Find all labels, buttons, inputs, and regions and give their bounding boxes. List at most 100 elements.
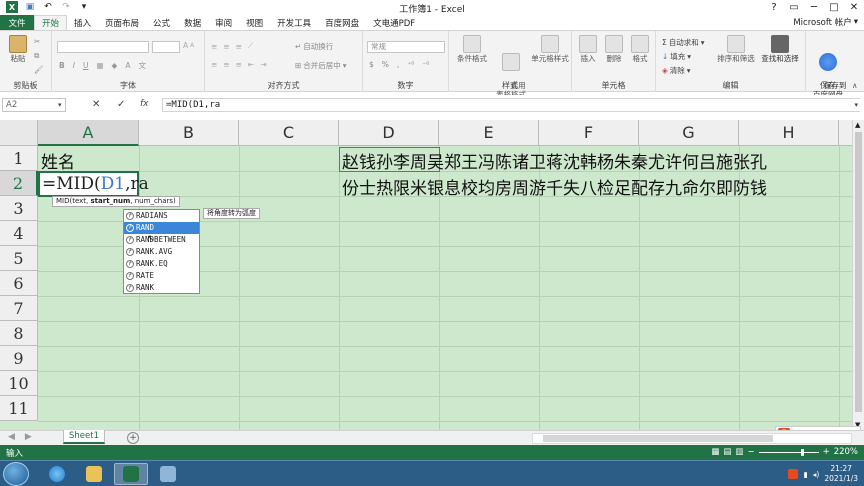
grow-font-button[interactable]: A [183,41,188,50]
shrink-font-button[interactable]: A [190,42,194,49]
border-icon[interactable]: ▦ [96,61,103,70]
formula-input[interactable]: =MID(D1,ra [162,98,860,112]
sheet-tab-sheet1[interactable]: Sheet1 [63,430,105,444]
merge-center-button[interactable]: ⊞ 合并后居中 ▾ [295,60,347,71]
column-header-f[interactable]: F [539,120,639,146]
zoom-out-button[interactable]: − [747,447,754,457]
paste-button[interactable]: 粘贴 [4,35,32,63]
confirm-entry-button[interactable]: ✓ [117,99,125,110]
taskbar-clock[interactable]: 21:27 2021/1/3 [824,464,858,484]
autocomplete-item[interactable]: f RADIANS [124,210,199,222]
row-header-1[interactable]: 1 [0,146,38,171]
currency-icon[interactable]: $ [369,60,374,69]
row-header-6[interactable]: 6 [0,271,38,296]
vertical-scroll-thumb[interactable] [855,132,862,412]
percent-button[interactable]: % [382,60,389,69]
tab-file[interactable]: 文件 [0,15,34,30]
add-sheet-button[interactable]: + [127,432,139,444]
align-middle-icon[interactable]: ≡ [223,42,229,51]
taskbar-ie[interactable] [40,463,74,485]
autocomplete-item[interactable]: f RANK [124,282,199,294]
indent-decrease-icon[interactable]: ⇤ [248,60,254,69]
underline-button[interactable]: U [83,61,89,70]
taskbar-app[interactable] [151,463,185,485]
comma-button[interactable]: , [397,60,399,69]
sheet-next-icon[interactable]: ▶ [25,432,32,442]
row-header-11[interactable]: 11 [0,396,38,421]
cancel-entry-button[interactable]: ✕ [92,99,100,110]
column-header-i-partial[interactable] [839,120,852,146]
ribbon-display-button[interactable]: ▭ [784,0,804,15]
name-box-dropdown-icon[interactable]: ▾ [58,101,62,109]
copy-icon[interactable]: ⧉ [34,51,39,61]
collapse-ribbon-icon[interactable]: ∧ [852,81,858,90]
tab-review[interactable]: 审阅 [208,15,239,30]
cell-styles-button[interactable]: 单元格样式 [530,35,570,63]
normal-view-icon[interactable]: ▦ [711,447,719,457]
conditional-format-button[interactable]: 条件格式 [453,35,491,63]
number-format-combo[interactable]: 常规 [367,41,445,53]
indent-increase-icon[interactable]: ⇥ [260,60,266,69]
autocomplete-item[interactable]: f RANDBETWEEN [124,234,199,246]
scroll-up-icon[interactable]: ▲ [855,121,860,129]
align-right-icon[interactable]: ≡ [236,60,242,69]
increase-decimal-icon[interactable]: ⁺⁰ [407,60,414,69]
wrap-text-button[interactable]: ↵ 自动换行 [295,41,333,52]
row-header-10[interactable]: 10 [0,371,38,396]
autocomplete-item[interactable]: f RATE [124,270,199,282]
row-header-3[interactable]: 3 [0,196,38,221]
font-size-combo[interactable] [152,41,180,53]
tab-developer[interactable]: 开发工具 [270,15,318,30]
autocomplete-item-selected[interactable]: f RAND [124,222,199,234]
italic-button[interactable]: I [73,61,75,70]
autocomplete-item[interactable]: f RANK.AVG [124,246,199,258]
restore-button[interactable]: □ [824,0,844,15]
tab-formulas[interactable]: 公式 [146,15,177,30]
page-break-view-icon[interactable]: ▥ [735,447,743,457]
close-button[interactable]: ✕ [844,0,864,15]
vertical-scrollbar[interactable]: ▲ ▼ [852,120,864,430]
tab-home[interactable]: 开始 [34,15,68,30]
row-header-5[interactable]: 5 [0,246,38,271]
clear-button[interactable]: ◈ 清除 ▾ [662,65,691,76]
name-box[interactable]: A2 [2,98,66,112]
taskbar-excel[interactable] [114,463,148,485]
horizontal-scroll-thumb[interactable] [543,435,773,442]
find-select-button[interactable]: 查找和选择 [758,35,802,63]
tray-network-icon[interactable]: ▮ [803,470,807,479]
column-header-b[interactable]: B [139,120,239,146]
help-button[interactable]: ? [764,0,784,15]
account-button[interactable]: Microsoft 帐户 ▾ [793,16,858,28]
font-name-combo[interactable] [57,41,149,53]
zoom-level[interactable]: 220% [834,447,858,457]
cell-a2-editor[interactable]: =MID(D1,ra [38,171,149,197]
tray-volume-icon[interactable]: ◂) [813,470,820,479]
align-bottom-icon[interactable]: ≡ [236,42,242,51]
tray-sogou-icon[interactable] [788,469,799,479]
row-header-2[interactable]: 2 [0,171,38,196]
select-all-button[interactable] [0,120,38,146]
format-painter-icon[interactable]: 🖌 [34,65,44,74]
tab-view[interactable]: 视图 [239,15,270,30]
sheet-prev-icon[interactable]: ◀ [8,432,15,442]
column-header-h[interactable]: H [739,120,839,146]
tab-page-layout[interactable]: 页面布局 [98,15,146,30]
column-header-g[interactable]: G [639,120,739,146]
delete-cells-button[interactable]: 删除 [602,35,626,63]
row-header-8[interactable]: 8 [0,321,38,346]
decrease-decimal-icon[interactable]: ⁻⁰ [422,60,429,69]
horizontal-scrollbar[interactable] [532,433,852,444]
row-header-4[interactable]: 4 [0,221,38,246]
expand-formula-bar-icon[interactable]: ▾ [854,101,858,109]
zoom-in-button[interactable]: + [823,447,830,457]
cell-a1[interactable]: 姓名 [41,148,75,173]
sort-filter-button[interactable]: 排序和筛选 [716,35,756,63]
font-color-icon[interactable]: A [125,61,130,70]
format-cells-button[interactable]: 格式 [628,35,652,63]
cell-d1[interactable]: 赵钱孙李周吴郑王冯陈诸卫蒋沈韩杨朱秦尤许何吕施张孔 [342,148,767,173]
tab-insert[interactable]: 插入 [67,15,98,30]
fill-color-icon[interactable]: ◆ [112,61,118,70]
column-header-e[interactable]: E [439,120,539,146]
row-header-7[interactable]: 7 [0,296,38,321]
bold-button[interactable]: B [59,61,65,70]
